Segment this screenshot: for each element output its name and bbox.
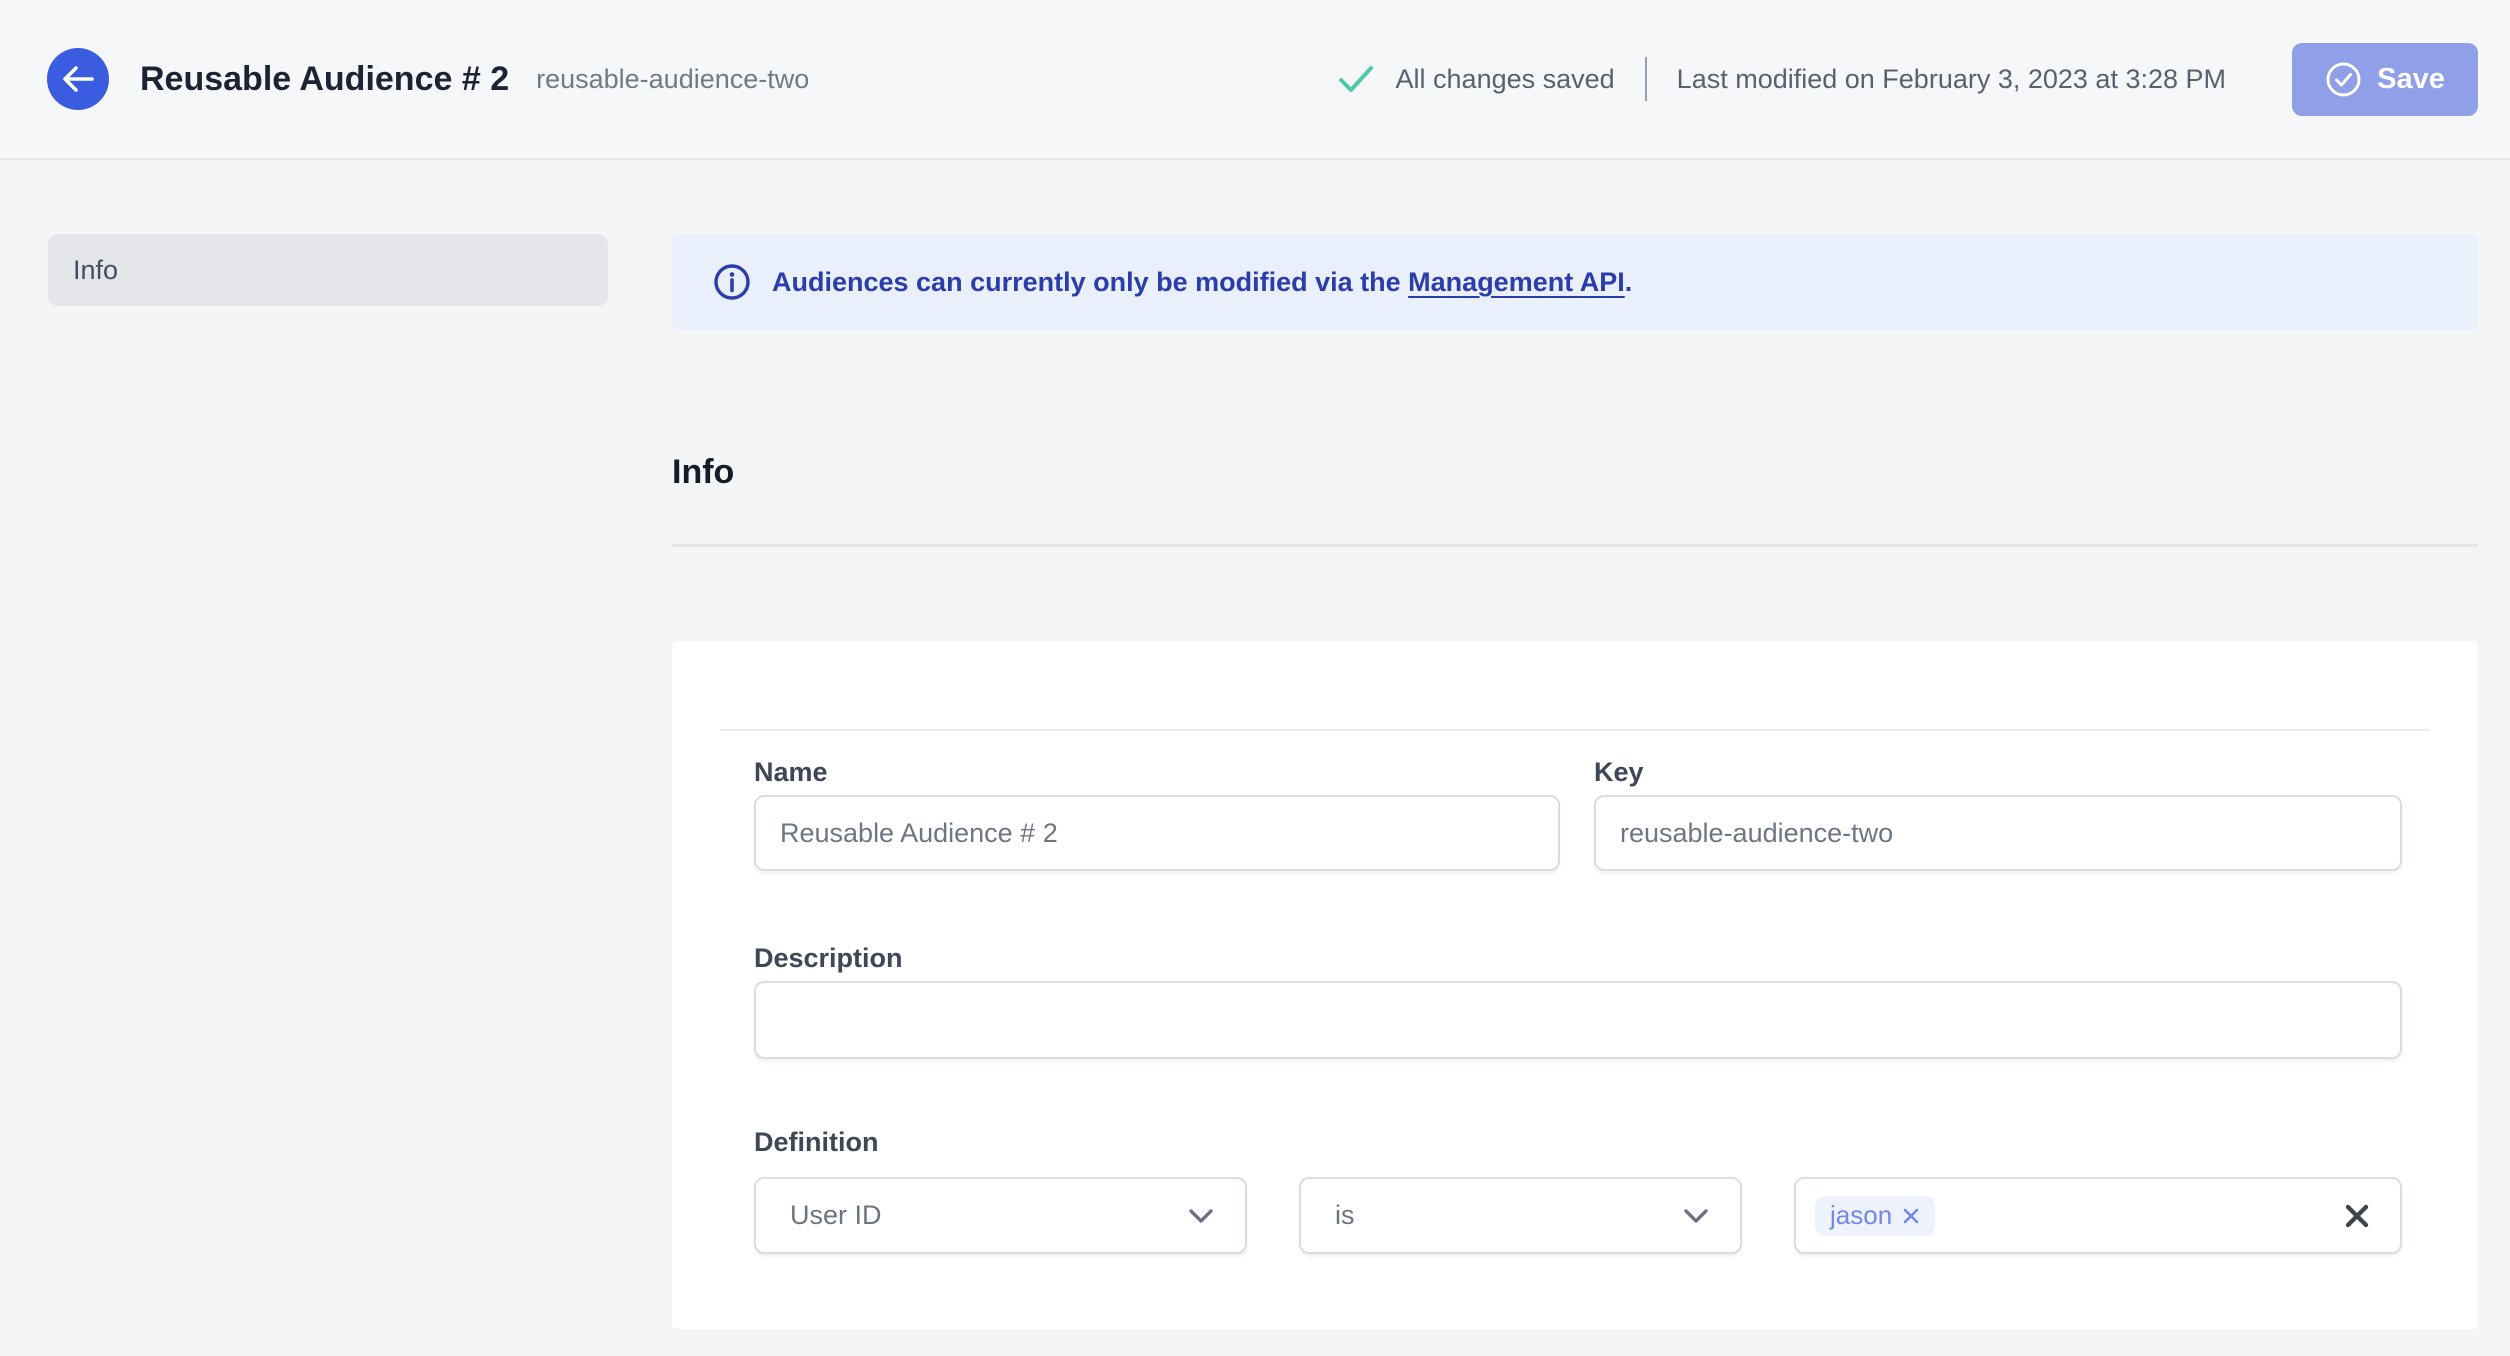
saved-status-label: All changes saved — [1395, 63, 1615, 94]
sidebar-item-label: Info — [73, 254, 119, 285]
chevron-down-icon — [1187, 1207, 1215, 1225]
chip-remove-x-icon[interactable] — [1902, 1207, 1920, 1225]
trait-select-value: User ID — [790, 1200, 882, 1230]
banner-text-before: Audiences can currently only be modified… — [772, 266, 1409, 297]
chevron-down-icon — [1682, 1207, 1710, 1225]
description-label: Description — [754, 943, 903, 973]
management-api-link[interactable]: Management API — [1408, 267, 1625, 297]
clear-values-x-icon[interactable] — [2344, 1203, 2370, 1229]
save-button[interactable]: Save — [2292, 42, 2478, 116]
info-card: Name Key Description Definition — [672, 641, 2478, 1329]
name-input[interactable] — [754, 795, 1560, 871]
page-title: Reusable Audience # 2 — [140, 59, 510, 98]
page-slug: reusable-audience-two — [536, 63, 810, 94]
info-circle-icon — [713, 263, 751, 301]
check-icon — [1338, 65, 1374, 93]
key-input[interactable] — [1594, 795, 2402, 871]
circle-check-icon — [2325, 61, 2362, 98]
header: Reusable Audience # 2 reusable-audience-… — [0, 0, 2510, 160]
last-modified-label: Last modified on February 3, 2023 at 3:2… — [1676, 63, 2226, 94]
banner-text-after: . — [1624, 266, 1633, 297]
saved-status: All changes saved — [1338, 64, 1615, 95]
section-divider — [672, 544, 2478, 547]
info-banner: Audiences can currently only be modified… — [672, 234, 2478, 330]
description-input[interactable] — [754, 981, 2402, 1059]
operator-select[interactable]: is — [1299, 1177, 1742, 1254]
sidebar-item-info[interactable]: Info — [48, 234, 608, 306]
name-label: Name — [754, 757, 828, 787]
main-content: Audiences can currently only be modified… — [672, 160, 2510, 1329]
definition-label: Definition — [754, 1127, 879, 1157]
section-title: Info — [672, 453, 735, 491]
key-label: Key — [1594, 757, 1644, 787]
header-divider — [1644, 57, 1647, 101]
arrow-left-icon — [61, 64, 95, 94]
save-button-label: Save — [2377, 62, 2445, 95]
operator-select-value: is — [1335, 1200, 1355, 1230]
banner-message: Audiences can currently only be modified… — [772, 267, 1632, 298]
back-button[interactable] — [47, 48, 109, 110]
sidebar: Info — [0, 160, 672, 306]
value-chip-label: jason — [1830, 1200, 1893, 1230]
trait-select[interactable]: User ID — [754, 1177, 1247, 1254]
definition-values-input[interactable]: jason — [1794, 1177, 2402, 1254]
value-chip: jason — [1815, 1195, 1936, 1236]
